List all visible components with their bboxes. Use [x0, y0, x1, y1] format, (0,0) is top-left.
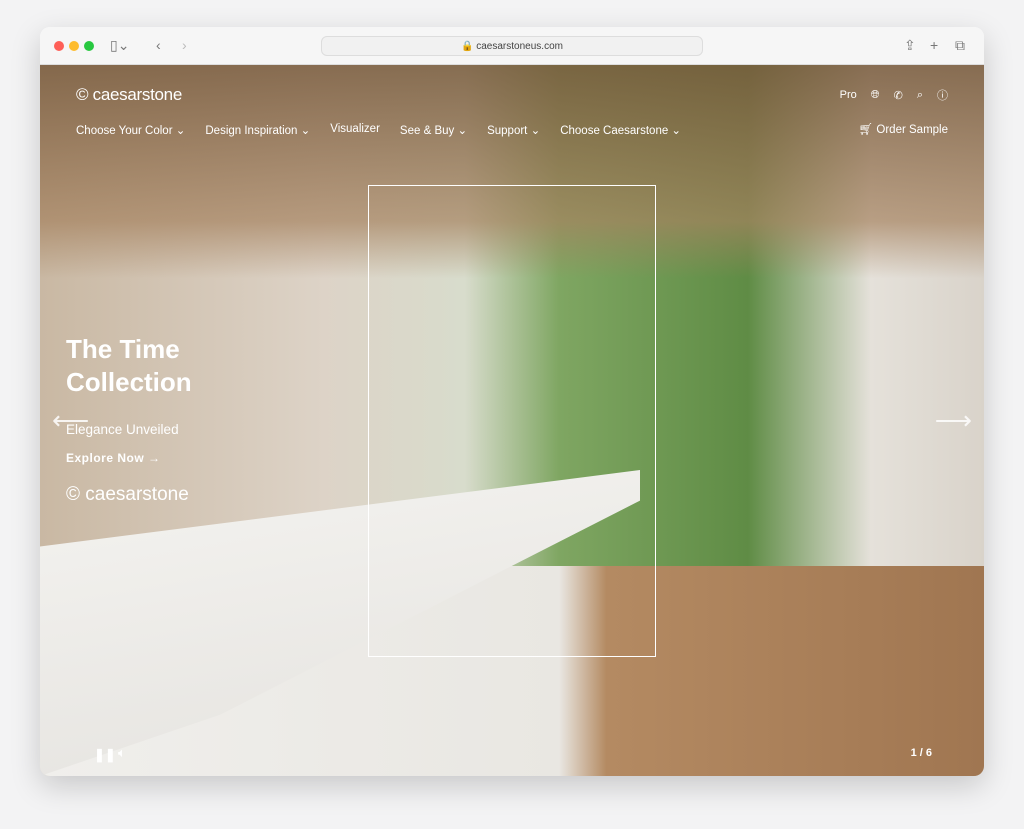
order-sample-button[interactable]: 🛒︎ Order Sample [859, 122, 948, 136]
arrow-right-icon[interactable]: ⟶ [935, 405, 972, 436]
search-icon[interactable]: ⌕ [917, 89, 923, 102]
main-nav: Choose Your Color ⌄ Design Inspiration ⌄… [76, 123, 681, 137]
minimize-window-button[interactable] [69, 41, 79, 51]
zoom-window-button[interactable] [84, 41, 94, 51]
tabs-overview-icon[interactable]: ⧉ [955, 37, 965, 54]
utility-nav: Pro 🌐︎ ✆ ⌕ ⓘ [840, 87, 948, 103]
nav-support[interactable]: Support ⌄ [487, 123, 540, 137]
close-window-button[interactable] [54, 41, 64, 51]
share-icon[interactable]: ⇪ [904, 37, 916, 54]
pro-link[interactable]: Pro [840, 89, 857, 101]
forward-icon[interactable]: › [182, 37, 187, 53]
address-bar[interactable]: 🔒 caesarstoneus.com [321, 36, 703, 56]
hero-title: The Time Collection [66, 334, 192, 397]
back-icon[interactable]: ‹ [156, 37, 161, 53]
arrow-left-icon[interactable]: ⟵ [52, 405, 89, 436]
hero-logo: © caesarstone [66, 484, 189, 505]
nav-design-inspiration[interactable]: Design Inspiration ⌄ [205, 123, 310, 137]
slide-counter: 1 / 6 [910, 747, 932, 759]
nav-see-and-buy[interactable]: See & Buy ⌄ [400, 123, 467, 137]
url-text: caesarstoneus.com [476, 41, 563, 52]
nav-choose-caesarstone[interactable]: Choose Caesarstone ⌄ [560, 123, 681, 137]
browser-window: ▯⌄ ‹ › 🔒 caesarstoneus.com ⇪ + ⧉ © caesa… [40, 27, 984, 776]
logo[interactable]: © caesarstone [76, 85, 182, 105]
new-tab-icon[interactable]: + [930, 37, 938, 53]
pause-button[interactable]: ❚❚ [94, 747, 116, 763]
globe-icon[interactable]: 🌐︎ [871, 89, 880, 102]
explore-now-link[interactable]: Explore Now → [66, 451, 161, 465]
sidebar-icon[interactable]: ▯⌄ [110, 37, 129, 54]
mute-button[interactable]: 🔈︎ [118, 745, 126, 761]
hero-frame-outline [368, 185, 656, 657]
logo-text: caesarstone [92, 85, 183, 104]
phone-icon[interactable]: ✆ [894, 89, 903, 102]
cart-icon: 🛒︎ [858, 124, 874, 136]
nav-visualizer[interactable]: Visualizer [330, 123, 380, 137]
browser-toolbar: ▯⌄ ‹ › 🔒 caesarstoneus.com ⇪ + ⧉ [40, 27, 984, 65]
nav-choose-your-color[interactable]: Choose Your Color ⌄ [76, 123, 185, 137]
accessibility-icon[interactable]: ⓘ [937, 87, 948, 103]
hero-carousel: © caesarstone Choose Your Color ⌄ Design… [40, 65, 984, 776]
order-sample-label: Order Sample [876, 124, 948, 136]
